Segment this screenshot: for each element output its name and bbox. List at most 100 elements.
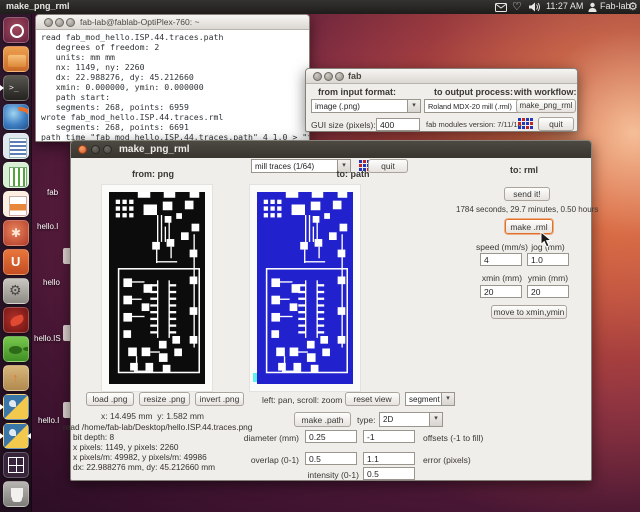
ymin-input[interactable] bbox=[527, 285, 569, 298]
unity-launcher bbox=[0, 14, 32, 512]
reset-view-button[interactable]: reset view bbox=[345, 392, 400, 406]
offsets-input[interactable] bbox=[363, 430, 415, 443]
launcher-icon-terminal[interactable] bbox=[3, 75, 29, 101]
desktop-file-label[interactable]: hello.I bbox=[38, 416, 59, 425]
minimize-button[interactable] bbox=[324, 72, 333, 81]
session-user-name[interactable]: Fab-lab bbox=[600, 1, 631, 11]
clock[interactable]: 11:27 AM bbox=[546, 1, 583, 11]
top-menubar: make_png_rml ♡ 11:27 AM Fab-lab ⚙ bbox=[0, 0, 640, 14]
png-info-line: read /home/fab-lab/Desktop/hello.ISP.44.… bbox=[63, 422, 253, 432]
pcb-png-image bbox=[108, 192, 206, 384]
launcher-icon-libreoffice-impress[interactable] bbox=[3, 191, 29, 217]
active-app-name[interactable]: make_png_rml bbox=[6, 1, 70, 11]
gui-size-input[interactable] bbox=[376, 118, 420, 131]
to-output-process-label: to output process: bbox=[434, 87, 513, 97]
user-icon[interactable] bbox=[588, 0, 597, 14]
gui-size-label: GUI size (pixels): bbox=[311, 120, 376, 130]
launcher-icon-turtle-art[interactable] bbox=[3, 336, 29, 362]
speaker-icon[interactable] bbox=[528, 0, 541, 14]
chevron-down-icon[interactable]: ▾ bbox=[407, 100, 420, 112]
png-image-canvas[interactable] bbox=[101, 184, 213, 392]
fab-quit-button[interactable]: quit bbox=[538, 117, 574, 131]
desktop-icon-partial bbox=[63, 325, 70, 341]
launcher-icon-firefox[interactable] bbox=[3, 104, 29, 130]
desktop-icon-partial bbox=[63, 402, 70, 418]
diameter-input[interactable] bbox=[305, 430, 357, 443]
desktop-icon-partial bbox=[63, 248, 70, 264]
send-it-button[interactable]: send it! bbox=[504, 187, 550, 201]
maximize-button[interactable] bbox=[66, 18, 75, 27]
launcher-icon-dash[interactable] bbox=[3, 17, 29, 43]
mail-icon[interactable] bbox=[495, 0, 507, 14]
launcher-icon-workspace-switcher[interactable] bbox=[3, 452, 29, 478]
launcher-icon-python[interactable] bbox=[3, 394, 29, 420]
display-mode-select[interactable]: segments ▾ bbox=[405, 392, 455, 406]
launcher-icon-trash[interactable] bbox=[3, 481, 29, 507]
load-png-button[interactable]: load .png bbox=[86, 392, 134, 406]
diameter-label: diameter (mm) bbox=[243, 433, 299, 443]
heart-icon[interactable]: ♡ bbox=[512, 0, 522, 13]
close-button[interactable] bbox=[44, 18, 53, 27]
offsets-label: offsets (-1 to fill) bbox=[423, 433, 484, 443]
input-format-select[interactable]: image (.png) ▾ bbox=[311, 99, 421, 113]
maximize-button[interactable] bbox=[335, 72, 344, 81]
xmin-input[interactable] bbox=[480, 285, 522, 298]
desktop-file-label[interactable]: hello.I bbox=[37, 222, 58, 231]
terminal-title: fab-lab@fablab-OptiPlex-760: ~ bbox=[80, 17, 200, 27]
terminal-line: xmin: 0.000000, ymin: 0.000000 bbox=[41, 82, 204, 92]
launcher-icon-software-center[interactable] bbox=[3, 220, 29, 246]
launcher-icon-media-app[interactable] bbox=[3, 307, 29, 333]
launcher-icon-ubuntu-one[interactable] bbox=[3, 249, 29, 275]
intensity-input[interactable] bbox=[363, 467, 415, 480]
with-workflow-label: with workflow: bbox=[514, 87, 577, 97]
close-button[interactable] bbox=[313, 72, 322, 81]
launcher-icon-libreoffice-calc[interactable] bbox=[3, 162, 29, 188]
chevron-down-icon[interactable]: ▾ bbox=[441, 393, 454, 405]
terminal-output[interactable]: read fab_mod_hello.ISP.44.traces.path de… bbox=[36, 30, 309, 141]
ymin-label: ymin (mm) bbox=[527, 273, 569, 283]
invert-png-button[interactable]: invert .png bbox=[195, 392, 244, 406]
from-input-format-label: from input format: bbox=[318, 87, 396, 97]
error-input[interactable] bbox=[363, 452, 415, 465]
screen: hello fab hello.I hello hello.IS hello.I… bbox=[0, 0, 640, 512]
path-view-canvas[interactable] bbox=[249, 184, 361, 392]
fab-version-text: fab modules version: 7/11/14 bbox=[426, 120, 522, 129]
fab-dialog: fab from input format: to output process… bbox=[305, 68, 578, 132]
launcher-icon-files[interactable] bbox=[3, 46, 29, 72]
move-to-xmin-ymin-button[interactable]: move to xmin,ymin bbox=[491, 305, 567, 319]
terminal-window: fab-lab@fablab-OptiPlex-760: ~ read fab_… bbox=[35, 14, 310, 142]
desktop-file-label[interactable]: hello bbox=[43, 278, 60, 287]
resize-png-button[interactable]: resize .png bbox=[139, 392, 190, 406]
focused-indicator bbox=[27, 433, 31, 439]
running-indicator bbox=[0, 433, 4, 439]
minimize-button[interactable] bbox=[55, 18, 64, 27]
type-select[interactable]: 2D ▾ bbox=[379, 412, 443, 427]
maximize-button[interactable] bbox=[103, 145, 112, 154]
to-path-label: to: path bbox=[336, 169, 370, 179]
speed-label: speed (mm/s) bbox=[476, 242, 528, 252]
workflow-button[interactable]: make_png_rml bbox=[516, 99, 576, 113]
launcher-icon-libreoffice-writer[interactable] bbox=[3, 133, 29, 159]
speed-input[interactable] bbox=[480, 253, 522, 266]
desktop-file-label[interactable]: hello.IS bbox=[34, 334, 61, 343]
chevron-down-icon[interactable]: ▾ bbox=[429, 413, 442, 426]
main-titlebar[interactable]: make_png_rml bbox=[71, 141, 591, 158]
minimize-button[interactable] bbox=[91, 145, 100, 154]
close-button[interactable] bbox=[78, 145, 87, 154]
launcher-icon-python-2[interactable] bbox=[3, 423, 29, 449]
fab-titlebar[interactable]: fab bbox=[306, 69, 577, 84]
jog-input[interactable] bbox=[527, 253, 569, 266]
make-png-rml-window: make_png_rml mill traces (1/64) ▾ quit f… bbox=[63, 140, 598, 481]
launcher-icon-archive-manager[interactable] bbox=[3, 365, 29, 391]
make-path-button[interactable]: make .path bbox=[294, 412, 351, 427]
type-select-value: 2D bbox=[383, 415, 394, 424]
pcb-toolpath-image bbox=[257, 192, 353, 384]
overlap-input[interactable] bbox=[305, 452, 357, 465]
desktop-file-label[interactable]: fab bbox=[47, 188, 58, 197]
terminal-titlebar[interactable]: fab-lab@fablab-OptiPlex-760: ~ bbox=[36, 15, 309, 30]
png-info-line: x pixels/m: 49982, y pixels/m: 49986 bbox=[73, 452, 207, 462]
launcher-icon-system-settings[interactable] bbox=[3, 278, 29, 304]
view-hint-text: left: pan, scroll: zoom bbox=[262, 395, 343, 405]
intensity-label: intensity (0-1) bbox=[307, 470, 360, 480]
gear-icon[interactable]: ⚙ bbox=[628, 0, 638, 13]
